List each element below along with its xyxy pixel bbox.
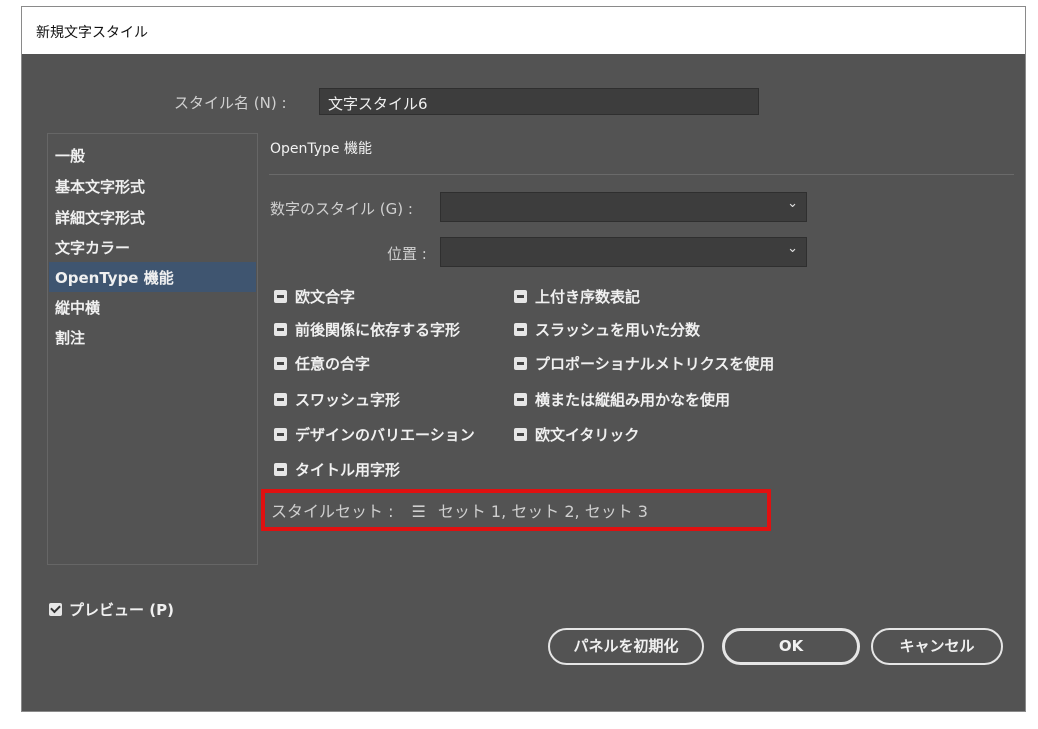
mixed-checkbox-icon	[514, 290, 527, 303]
sidebar-item-opentype-features[interactable]: OpenType 機能	[49, 262, 256, 292]
position-select[interactable]: ⌄	[440, 237, 807, 267]
sidebar-item-character-color[interactable]: 文字カラー	[49, 232, 256, 262]
position-label: 位置 :	[387, 245, 427, 263]
section-title: OpenType 機能	[270, 141, 372, 157]
mixed-checkbox-icon	[514, 428, 527, 441]
mixed-checkbox-icon	[514, 323, 527, 336]
chevron-down-icon: ⌄	[787, 241, 798, 256]
preview-label: プレビュー (P)	[69, 601, 174, 619]
category-list: 一般 基本文字形式 詳細文字形式 文字カラー OpenType 機能 縦中横 割…	[47, 133, 258, 565]
chevron-down-icon: ⌄	[787, 196, 798, 211]
mixed-checkbox-icon	[274, 393, 287, 406]
checkbox-discretionary-ligatures[interactable]: 欧文合字	[274, 286, 355, 307]
window-title: 新規文字スタイル	[36, 25, 148, 41]
sidebar-item-advanced-character-formats[interactable]: 詳細文字形式	[49, 202, 256, 232]
title-bar: 新規文字スタイル	[22, 7, 1025, 54]
mixed-checkbox-icon	[274, 463, 287, 476]
checkbox-kana-alternates[interactable]: 横または縦組み用かなを使用	[514, 389, 730, 410]
checkbox-stylistic-alternates[interactable]: デザインのバリエーション	[274, 424, 475, 445]
style-set-value: セット 1, セット 2, セット 3	[437, 502, 648, 521]
section-divider	[269, 174, 1014, 175]
checkbox-ordinal[interactable]: 上付き序数表記	[514, 286, 640, 307]
checkbox-titling-alternates[interactable]: タイトル用字形	[274, 459, 400, 480]
checkbox-fractions[interactable]: スラッシュを用いた分数	[514, 319, 700, 340]
mixed-checkbox-icon	[274, 290, 287, 303]
cancel-button[interactable]: キャンセル	[871, 628, 1003, 665]
style-name-value: 文字スタイル6	[328, 95, 428, 113]
sidebar-item-basic-character-formats[interactable]: 基本文字形式	[49, 171, 256, 201]
checkbox-checked-icon	[49, 603, 62, 616]
checkbox-swash[interactable]: スワッシュ字形	[274, 389, 400, 410]
figure-style-select[interactable]: ⌄	[440, 192, 807, 222]
checkbox-discretionary-ligatures-2[interactable]: 任意の合字	[274, 353, 370, 374]
figure-style-label: 数字のスタイル (G) :	[270, 200, 413, 218]
new-character-style-dialog: 新規文字スタイル スタイル名 (N) : 文字スタイル6 一般 基本文字形式 詳…	[21, 6, 1026, 712]
mixed-checkbox-icon	[274, 323, 287, 336]
style-set-row[interactable]: スタイルセット : ☰ セット 1, セット 2, セット 3	[271, 498, 648, 522]
style-name-label: スタイル名 (N) :	[174, 94, 287, 112]
sidebar-item-general[interactable]: 一般	[49, 140, 256, 170]
checkbox-proportional-metrics[interactable]: プロポーショナルメトリクスを使用	[514, 353, 774, 374]
checkbox-roman-italics[interactable]: 欧文イタリック	[514, 424, 639, 445]
mixed-checkbox-icon	[274, 357, 287, 370]
sidebar-item-warichu[interactable]: 割注	[49, 322, 256, 352]
style-name-input[interactable]: 文字スタイル6	[319, 88, 759, 115]
sidebar-item-tate-chu-yoko[interactable]: 縦中横	[49, 292, 256, 322]
reset-panel-button[interactable]: パネルを初期化	[548, 628, 704, 665]
mixed-checkbox-icon	[274, 428, 287, 441]
mixed-checkbox-icon	[514, 393, 527, 406]
style-set-label: スタイルセット :	[271, 502, 394, 521]
mixed-checkbox-icon	[514, 357, 527, 370]
ok-button[interactable]: OK	[722, 628, 860, 665]
checkbox-contextual-alternates[interactable]: 前後関係に依存する字形	[274, 319, 460, 340]
list-icon[interactable]: ☰	[411, 502, 425, 521]
preview-checkbox[interactable]: プレビュー (P)	[49, 599, 174, 620]
